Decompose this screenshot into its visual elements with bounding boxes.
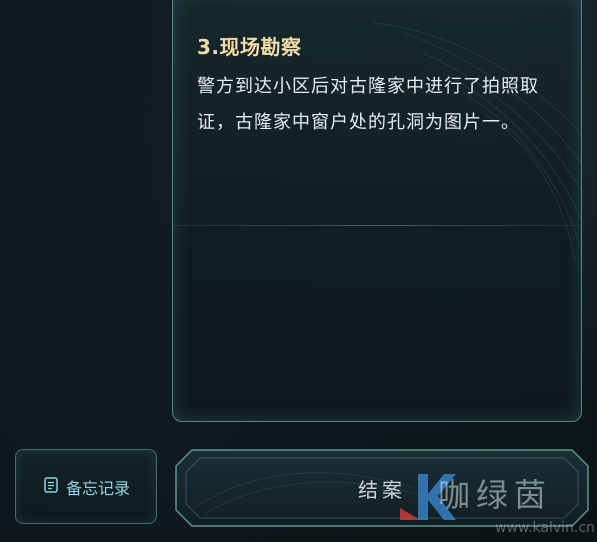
section-title: 3.现场勘察 [197,35,302,59]
memo-button[interactable]: 备忘记录 [15,449,157,524]
watermark-url: www.kalvin.cn [495,520,595,536]
section-body: 警方到达小区后对古隆家中进行了拍照取证，古隆家中窗户处的孔洞为图片一。 [197,76,539,133]
panel-decoration [173,0,581,421]
memo-button-label: 备忘记录 [65,478,130,498]
case-detail-panel: 3.现场勘察 警方到达小区后对古隆家中进行了拍照取证，古隆家中窗户处的孔洞为图片… [172,0,582,422]
divider [173,225,581,226]
notebook-icon [42,476,60,498]
watermark-text: 咖绿茵 [438,476,553,514]
